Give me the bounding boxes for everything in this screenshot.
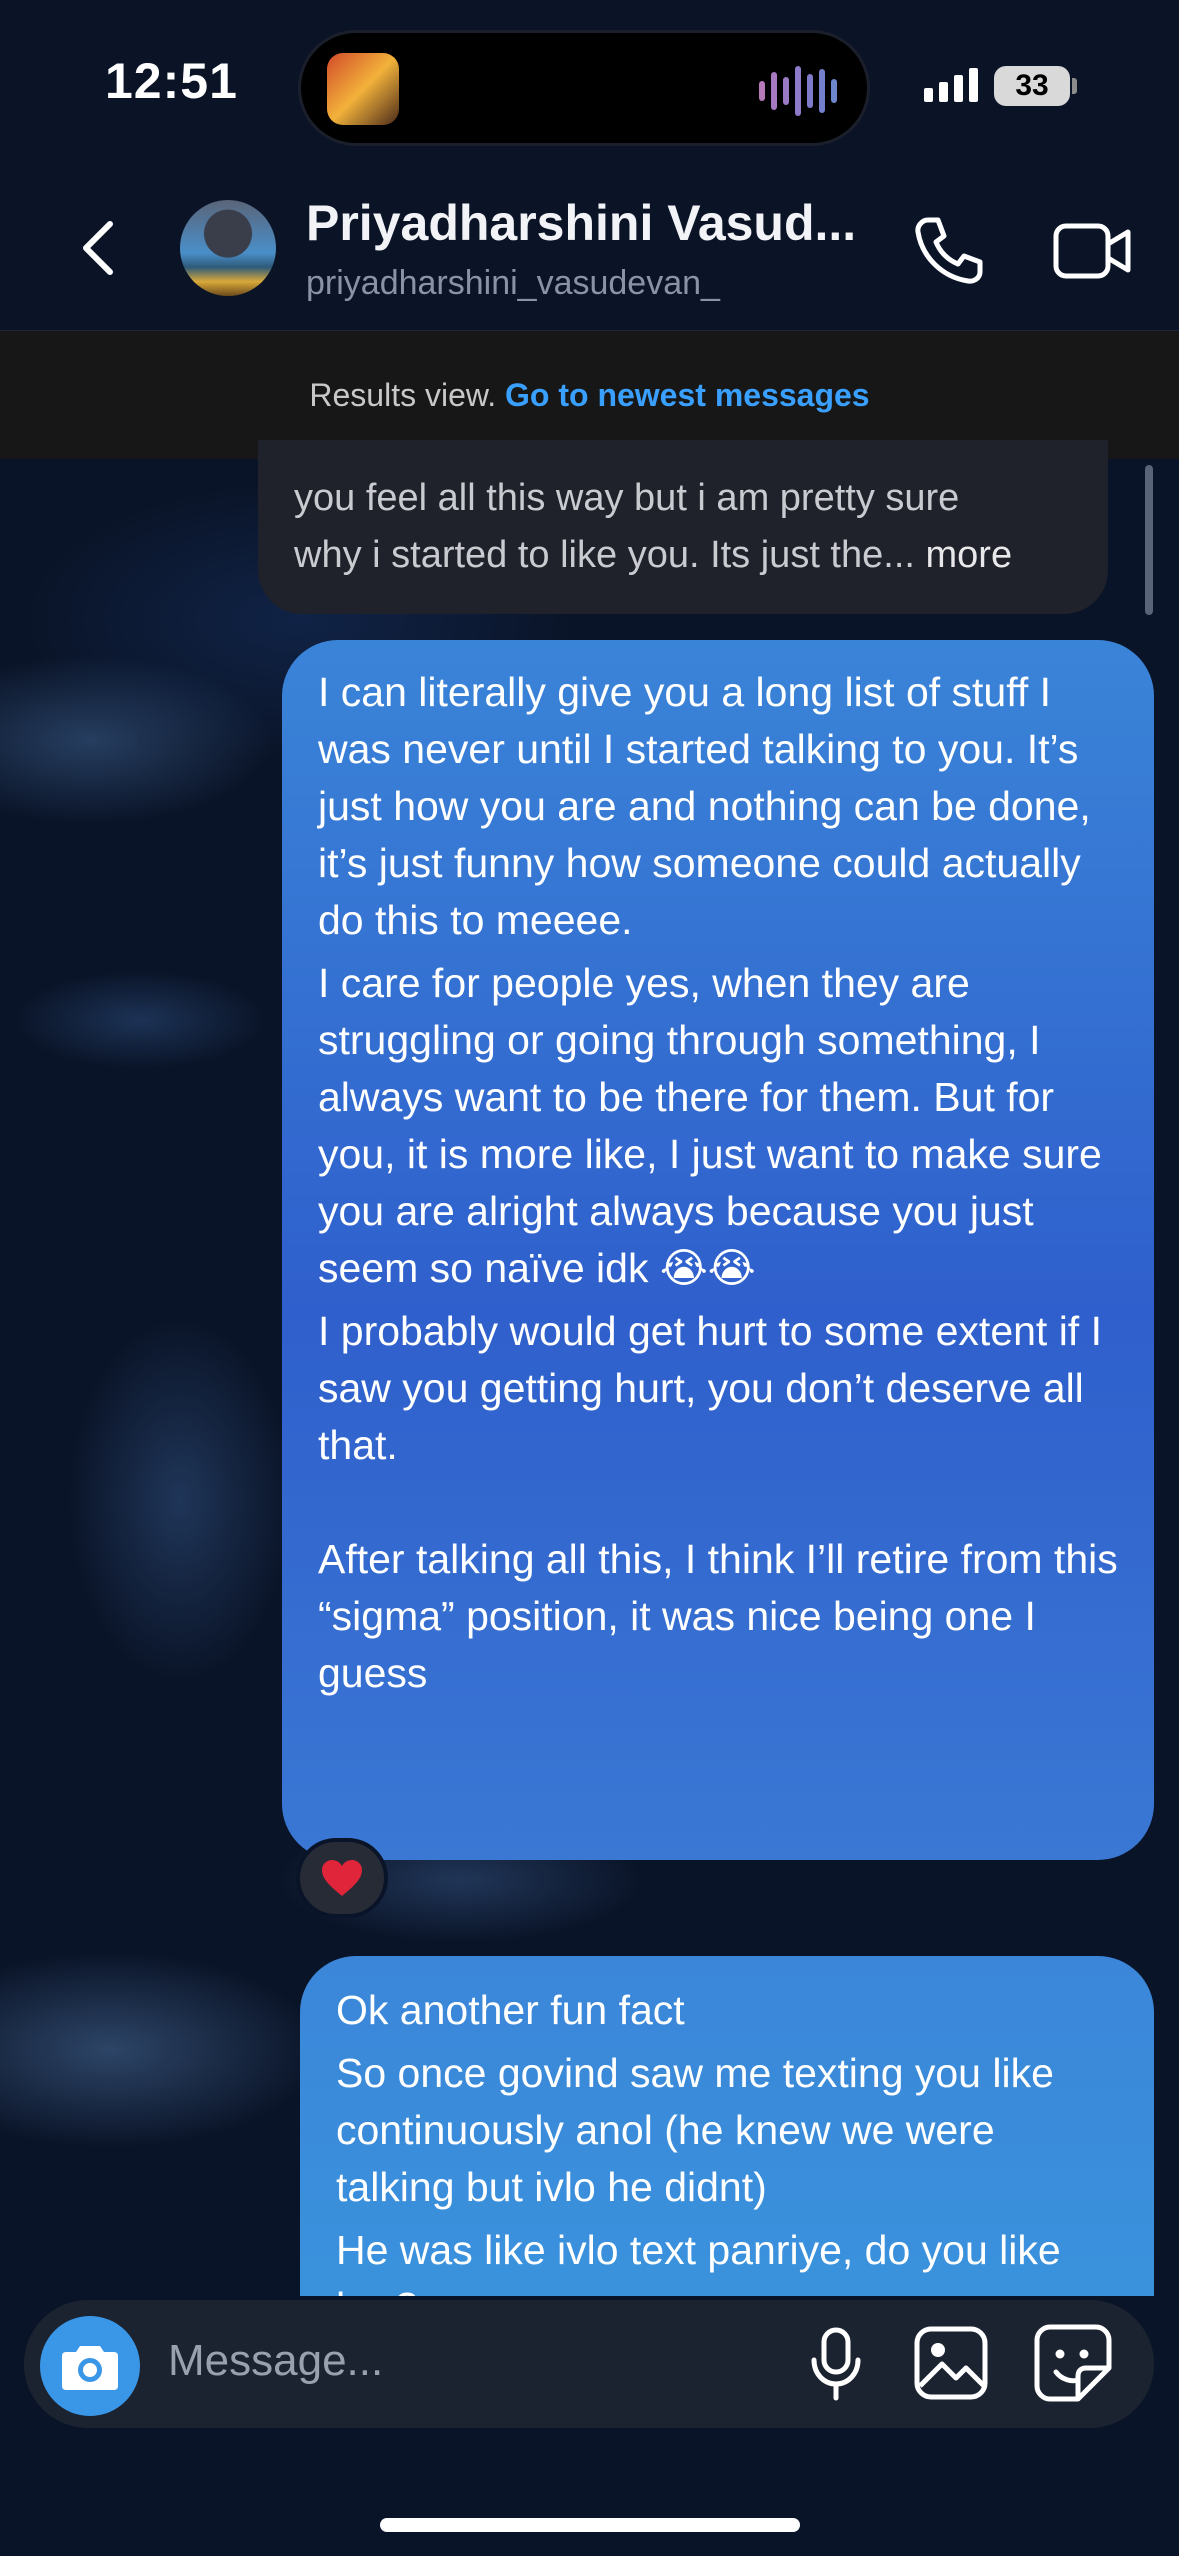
go-to-newest-link[interactable]: Go to newest messages	[505, 377, 870, 413]
message-paragraph: I can literally give you a long list of …	[318, 669, 1091, 943]
see-more-link[interactable]: more	[926, 534, 1013, 576]
message-input[interactable]: Message...	[168, 2336, 383, 2386]
cellular-signal-icon	[924, 68, 978, 102]
video-camera-icon[interactable]	[1050, 210, 1134, 290]
contact-name[interactable]: Priyadharshini Vasud...	[306, 194, 856, 252]
sent-message-bubble[interactable]: I can literally give you a long list of …	[282, 640, 1154, 1860]
message-paragraph: So once govind saw me texting you like c…	[336, 2050, 1054, 2210]
message-paragraph: Ok another fun fact	[336, 1987, 685, 2033]
message-paragraph: I care for people yes, when they are str…	[318, 960, 1102, 1291]
received-line-1: you feel all this way but i am pretty su…	[294, 477, 960, 519]
received-message-bubble[interactable]: you feel all this way but i am pretty su…	[258, 440, 1108, 614]
received-line-2: why i started to like you. Its just the.…	[294, 534, 915, 576]
battery-icon: 33	[994, 66, 1070, 106]
phone-icon[interactable]	[908, 210, 988, 290]
sticker-icon[interactable]	[1032, 2322, 1114, 2404]
chevron-left-icon[interactable]	[70, 218, 130, 278]
microphone-icon[interactable]	[806, 2326, 866, 2402]
now-playing-artwork	[327, 53, 399, 125]
image-icon[interactable]	[912, 2324, 990, 2402]
home-indicator[interactable]	[380, 2518, 800, 2532]
dynamic-island[interactable]	[298, 30, 870, 146]
message-paragraph: I probably would get hurt to some extent…	[318, 1308, 1102, 1468]
avatar[interactable]	[180, 200, 276, 296]
sent-message-bubble[interactable]: Ok another fun fact So once govind saw m…	[300, 1956, 1154, 2296]
message-paragraph: After talking all this, I think I’ll ret…	[318, 1536, 1118, 1696]
status-time: 12:51	[105, 53, 238, 109]
results-view-label: Results view.	[309, 377, 497, 413]
heart-reaction-icon[interactable]	[296, 1838, 388, 1918]
status-bar: 12:51 33	[0, 0, 1179, 170]
camera-icon[interactable]	[40, 2316, 140, 2416]
received-message-text: you feel all this way but i am pretty su…	[294, 470, 1084, 584]
audio-waveform-icon	[759, 63, 837, 119]
battery-tip	[1072, 78, 1077, 94]
contact-handle[interactable]: priyadharshini_vasudevan_	[306, 264, 720, 303]
scrollbar[interactable]	[1145, 465, 1153, 615]
message-paragraph: He was like ivlo text panriye, do you li…	[336, 2227, 1061, 2296]
chat-header: Priyadharshini Vasud... priyadharshini_v…	[0, 170, 1179, 331]
